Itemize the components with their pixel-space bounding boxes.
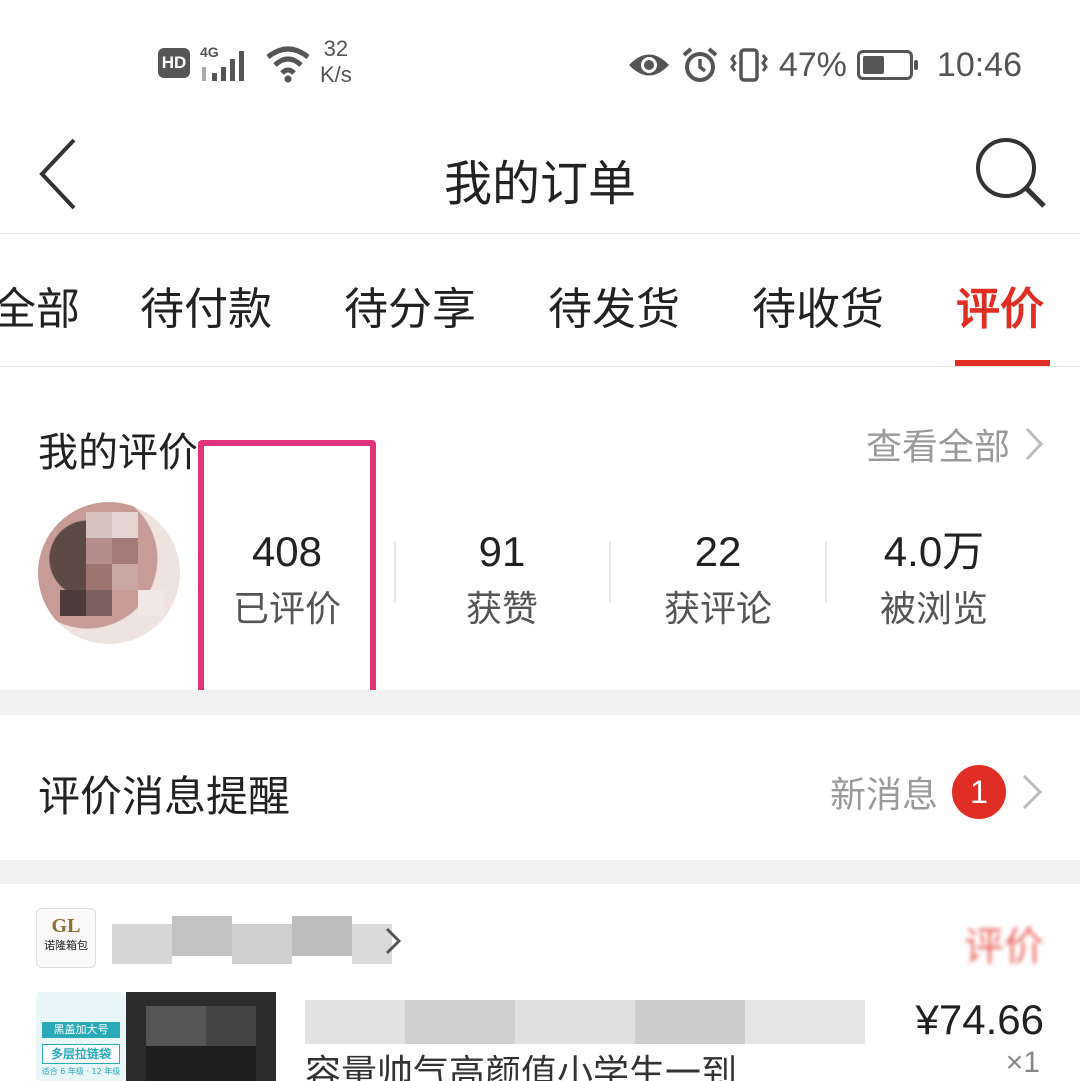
stat-label: 获赞	[465, 589, 538, 630]
status-right: 47% 10:46	[627, 42, 1022, 88]
product-price: ¥74.66	[915, 996, 1044, 1043]
stat-comments[interactable]: 22 获评论	[618, 528, 818, 632]
speed-value: 32	[323, 36, 349, 61]
order-card[interactable]: GL 诺隆箱包 评价 黑盖加大号 多层拉链袋 适合 6 年级 · 12 年级 容…	[0, 884, 1080, 1081]
shop-name-redacted[interactable]	[112, 910, 402, 970]
active-tab-indicator	[955, 360, 1050, 366]
order-tabs: 全部 待付款 待分享 待发货 待收货 评价	[0, 235, 1080, 367]
product-image-redacted	[126, 992, 276, 1081]
eye-icon	[628, 54, 669, 76]
thumbnail-tag: 黑盖加大号	[42, 1022, 120, 1038]
clock: 10:46	[936, 45, 1022, 84]
review-status[interactable]: 评价	[964, 914, 1044, 972]
product-title-text: 容量帅气高颜值小学生一到	[305, 1053, 738, 1081]
network-speed: 32 K/s	[320, 36, 352, 88]
search-icon	[976, 138, 1046, 208]
chevron-right-icon	[1022, 774, 1043, 810]
signal-icon: 4G	[200, 44, 244, 81]
stat-divider	[825, 542, 827, 602]
my-reviews-title: 我的评价	[38, 430, 198, 476]
page-title: 我的订单	[443, 156, 636, 212]
alarm-icon	[682, 47, 718, 82]
thumbnail-tag-3: 适合 6 年级 · 12 年级	[41, 1067, 121, 1076]
stat-divider	[609, 542, 611, 602]
battery-percent: 47%	[778, 45, 847, 84]
highlight-annotation-box	[198, 440, 376, 712]
section-separator	[0, 690, 1080, 715]
new-message-badge: 1	[952, 765, 1006, 819]
shop-logo-subtext: 诺隆箱包	[44, 939, 88, 952]
stat-value: 4.0万	[883, 528, 985, 575]
avatar[interactable]	[38, 502, 180, 644]
stat-value: 91	[478, 528, 526, 575]
status-left: HD 4G	[158, 38, 312, 88]
thumbnail-tag-2: 多层拉链袋	[42, 1044, 120, 1064]
vibrate-icon	[729, 48, 768, 82]
tab-all[interactable]: 全部	[0, 273, 80, 337]
new-message-label: 新消息	[829, 775, 938, 816]
tab-pending-receipt[interactable]: 待收货	[752, 273, 884, 337]
section-separator	[0, 860, 1080, 884]
network-type: 4G	[200, 44, 219, 60]
shop-logo-text: GL	[51, 915, 81, 937]
stat-label: 获评论	[663, 589, 772, 630]
wifi-icon	[266, 46, 310, 83]
product-title[interactable]: 容量帅气高颜值小学生一到	[305, 1000, 865, 1081]
battery-level	[862, 56, 884, 74]
shop-logo: GL 诺隆箱包	[36, 908, 96, 968]
tab-pending-share[interactable]: 待分享	[344, 273, 476, 337]
view-all-link[interactable]: 查看全部	[866, 418, 1044, 470]
tab-pending-shipment[interactable]: 待发货	[548, 273, 680, 337]
speed-unit: K/s	[320, 62, 352, 87]
product-thumbnail[interactable]: 黑盖加大号 多层拉链袋 适合 6 年级 · 12 年级	[36, 992, 126, 1081]
status-bar: HD 4G 32 K/s 47% 10:46	[0, 0, 1080, 120]
title-bar: 我的订单	[0, 120, 1080, 234]
stat-likes[interactable]: 91 获赞	[402, 528, 602, 632]
chevron-right-icon	[385, 927, 402, 955]
stat-views[interactable]: 4.0万 被浏览	[834, 528, 1034, 632]
view-all-label: 查看全部	[865, 427, 1010, 468]
tab-pending-payment[interactable]: 待付款	[140, 273, 272, 337]
review-messages-title: 评价消息提醒	[38, 772, 291, 821]
product-quantity: ×1	[1005, 1046, 1040, 1079]
hd-icon: HD	[158, 48, 190, 78]
search-button[interactable]	[974, 130, 1050, 214]
my-reviews-card: 我的评价 查看全部 408 已评价 91 获赞 22 获评论 4.0万 被浏览	[0, 368, 1080, 690]
battery-icon	[856, 50, 918, 80]
chevron-right-icon	[1025, 427, 1044, 461]
review-messages-right: 新消息 1	[830, 765, 1044, 819]
stat-value: 22	[694, 528, 742, 575]
stat-label: 被浏览	[879, 589, 988, 630]
review-messages-row[interactable]: 评价消息提醒 新消息 1	[0, 715, 1080, 860]
tab-review[interactable]: 评价	[956, 273, 1044, 337]
stat-divider	[394, 542, 396, 602]
